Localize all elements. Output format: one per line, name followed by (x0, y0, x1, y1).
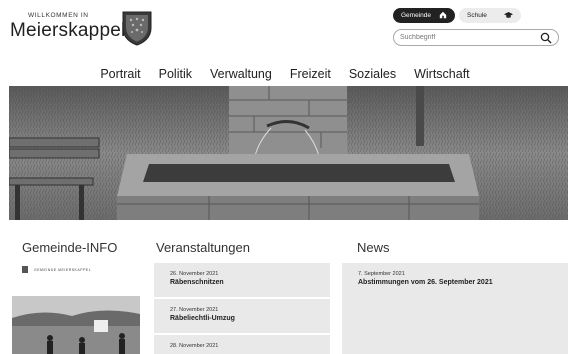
home-icon (439, 11, 447, 21)
search-icon[interactable] (540, 32, 552, 44)
nav-item-soziales[interactable]: Soziales (349, 67, 396, 81)
news-card[interactable]: 7. September 2021 Abstimmungen vom 26. S… (342, 263, 568, 354)
search-bar (393, 29, 559, 46)
coat-of-arms-icon (122, 11, 152, 46)
gemeinde-info-header: GEMEINDE MEIERSKAPPEL (22, 266, 91, 273)
nav-item-politik[interactable]: Politik (159, 67, 192, 81)
nav-item-wirtschaft[interactable]: Wirtschaft (414, 67, 470, 81)
mini-crest-icon (22, 266, 28, 273)
logo-tagline: WILLKOMMEN IN (28, 12, 89, 19)
schule-toggle-button[interactable]: Schule (459, 8, 521, 23)
event-title: Räbeliechtli-Umzug (170, 315, 235, 322)
hero-image (9, 86, 568, 220)
event-date: 28. November 2021 (170, 343, 219, 349)
news-date: 7. September 2021 (358, 271, 405, 277)
news-title-text: Abstimmungen vom 26. September 2021 (358, 279, 493, 286)
logo-wordmark: Meierskappel (10, 20, 126, 41)
gemeinde-toggle-button[interactable]: Gemeinde (393, 8, 455, 23)
search-input[interactable] (400, 34, 540, 41)
gemeinde-toggle-label: Gemeinde (401, 12, 431, 19)
nav-item-verwaltung[interactable]: Verwaltung (210, 67, 272, 81)
nav-item-freizeit[interactable]: Freizeit (290, 67, 331, 81)
gemeinde-info-image[interactable] (12, 296, 140, 354)
event-card[interactable]: 26. November 2021 Räbenschnitzen (154, 263, 330, 297)
news-title: News (357, 240, 390, 255)
graduation-cap-icon (504, 11, 513, 21)
event-title: Räbenschnitzen (170, 279, 224, 286)
gemeinde-info-header-text: GEMEINDE MEIERSKAPPEL (34, 267, 92, 272)
event-date: 27. November 2021 (170, 307, 219, 313)
main-navigation: Portrait Politik Verwaltung Freizeit Soz… (0, 67, 570, 81)
site-switcher: Gemeinde Schule (393, 8, 521, 23)
gemeinde-info-title: Gemeinde-INFO (22, 240, 118, 255)
nav-item-portrait[interactable]: Portrait (100, 67, 140, 81)
event-date: 26. November 2021 (170, 271, 219, 277)
event-card[interactable]: 27. November 2021 Räbeliechtli-Umzug (154, 299, 330, 333)
schule-toggle-label: Schule (467, 12, 487, 19)
event-card[interactable]: 28. November 2021 (154, 335, 330, 354)
veranstaltungen-title: Veranstaltungen (156, 240, 250, 255)
